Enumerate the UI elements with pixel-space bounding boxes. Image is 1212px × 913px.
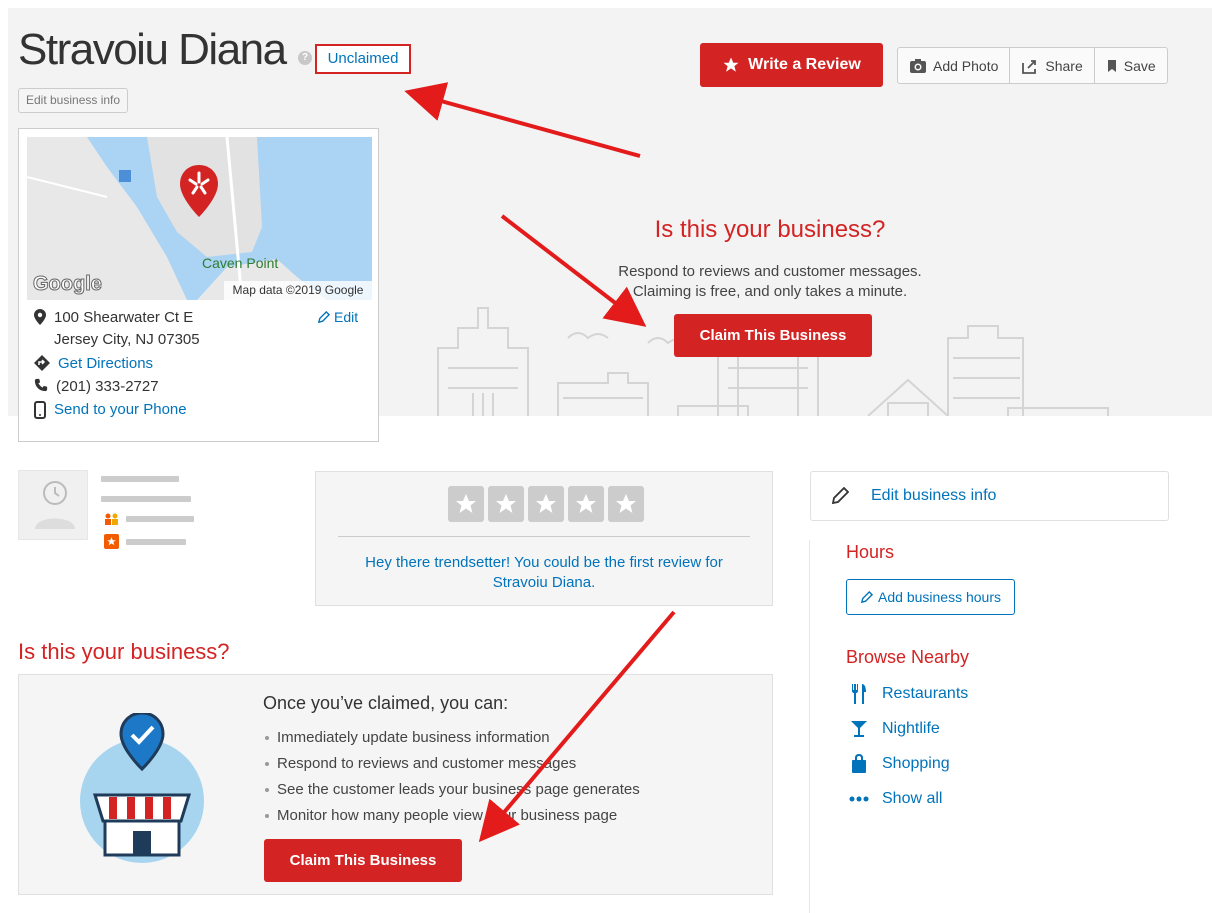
- save-label: Save: [1123, 57, 1156, 74]
- unclaimed-badge[interactable]: Unclaimed: [315, 44, 411, 74]
- utensils-icon: [852, 684, 866, 704]
- rating-star-4[interactable]: [568, 486, 604, 522]
- browse-nearby-title: Browse Nearby: [846, 647, 970, 667]
- hero-title: Is this your business?: [654, 216, 886, 243]
- claim-benefits-heading: Once you’ve claimed, you can:: [263, 693, 509, 713]
- map-place-label: Caven Point: [202, 255, 279, 271]
- hero-line2: Claiming is free, and only takes a minut…: [632, 283, 908, 300]
- add-hours-label: Add business hours: [878, 589, 1001, 605]
- map-card: Caven Point Google Map data ©2019 Google…: [18, 128, 379, 442]
- directions-icon: [34, 355, 50, 371]
- bookmark-icon: [1107, 59, 1116, 72]
- sidebar-divider: [809, 540, 810, 913]
- benefit-item: Respond to reviews and customer messages: [265, 755, 640, 772]
- send-to-phone-link[interactable]: Send to your Phone: [54, 401, 187, 418]
- address-line1: 100 Shearwater Ct E: [54, 309, 194, 326]
- benefit-item: Monitor how many people view your busine…: [265, 807, 640, 824]
- nearby-restaurants-label: Restaurants: [882, 685, 969, 702]
- share-icon: [1022, 59, 1037, 74]
- phone-number: (201) 333-2727: [56, 378, 159, 395]
- map-attribution: Map data ©2019 Google: [224, 281, 372, 300]
- placeholder-line: [101, 476, 179, 482]
- help-icon[interactable]: ?: [298, 51, 312, 65]
- sidebar-edit-label: Edit business info: [871, 487, 997, 504]
- claim-benefits-panel: Once you’ve claimed, you can: Immediatel…: [18, 674, 773, 895]
- directions-row[interactable]: Get Directions: [34, 355, 364, 372]
- rating-star-5[interactable]: [608, 486, 644, 522]
- add-photo-button[interactable]: Add Photo: [898, 48, 1011, 83]
- business-title: Stravoiu Diana: [18, 25, 287, 74]
- address-block: 100 Shearwater Ct E Jersey City, NJ 0730…: [34, 307, 364, 419]
- share-label: Share: [1045, 57, 1083, 74]
- rating-star-2[interactable]: [488, 486, 524, 522]
- map-pin-icon: [180, 165, 218, 217]
- first-review-box: Hey there trendsetter! You could be the …: [315, 471, 773, 606]
- claim-business-button-hero[interactable]: Claim This Business: [674, 314, 872, 357]
- action-button-group: Add Photo Share Save: [897, 47, 1168, 84]
- camera-icon: [910, 58, 926, 73]
- edit-business-info-button[interactable]: Edit business info: [18, 88, 129, 113]
- more-dots-icon: [849, 796, 869, 802]
- hours-title: Hours: [846, 542, 895, 562]
- add-business-hours-button[interactable]: Add business hours: [846, 579, 1015, 615]
- location-pin-icon: [34, 309, 46, 325]
- hero-description: Respond to reviews and customer messages…: [560, 262, 980, 302]
- benefit-item: Immediately update business information: [265, 729, 640, 746]
- user-avatar-placeholder: [18, 470, 88, 540]
- first-review-line2: Stravoiu Diana.: [492, 574, 596, 591]
- nearby-show-all[interactable]: Show all: [848, 790, 968, 808]
- map[interactable]: Caven Point Google Map data ©2019 Google: [27, 137, 372, 300]
- nearby-show-all-label: Show all: [882, 790, 943, 807]
- write-review-button[interactable]: Write a Review: [700, 43, 883, 87]
- claim-benefits-list: Immediately update business information …: [265, 729, 640, 824]
- friends-icon: [104, 513, 120, 525]
- google-logo: Google: [33, 273, 103, 296]
- address-row: 100 Shearwater Ct E Jersey City, NJ 0730…: [34, 307, 364, 351]
- first-review-prompt[interactable]: Hey there trendsetter! You could be the …: [316, 553, 772, 593]
- pencil-icon: [860, 590, 874, 603]
- claim-section-title: Is this your business?: [18, 639, 230, 664]
- shopping-bag-icon: [852, 754, 866, 773]
- divider: [338, 536, 750, 537]
- send-to-phone-row[interactable]: Send to your Phone: [34, 401, 364, 419]
- benefit-item: See the customer leads your business pag…: [265, 781, 640, 798]
- get-directions-link[interactable]: Get Directions: [58, 355, 153, 372]
- phone-row: (201) 333-2727: [34, 378, 364, 395]
- rating-star-3[interactable]: [528, 486, 564, 522]
- cocktail-icon: [851, 721, 867, 737]
- share-button[interactable]: Share: [1010, 48, 1095, 83]
- nearby-shopping[interactable]: Shopping: [848, 754, 968, 774]
- hero-line1: Respond to reviews and customer messages…: [618, 263, 922, 280]
- rating-star-1[interactable]: [448, 486, 484, 522]
- review-count-icon: [104, 534, 119, 549]
- mobile-phone-icon: [34, 401, 46, 419]
- save-button[interactable]: Save: [1095, 48, 1167, 83]
- rating-stars[interactable]: [448, 486, 644, 522]
- browse-nearby-list: Restaurants Nightlife Shopping Show all: [848, 684, 968, 808]
- star-icon: [723, 57, 739, 72]
- nearby-nightlife-label: Nightlife: [882, 720, 940, 737]
- claim-business-button[interactable]: Claim This Business: [264, 839, 462, 882]
- edit-address-link[interactable]: Edit: [317, 309, 358, 325]
- placeholder-line: [101, 496, 191, 502]
- user-silhouette-icon: [35, 481, 75, 529]
- sidebar-edit-business-info[interactable]: Edit business info: [810, 471, 1169, 521]
- nearby-nightlife[interactable]: Nightlife: [848, 720, 968, 738]
- placeholder-line: [126, 539, 186, 545]
- write-review-label: Write a Review: [748, 56, 861, 73]
- phone-icon: [34, 378, 48, 392]
- address-line2: Jersey City, NJ 07305: [54, 331, 200, 348]
- nearby-restaurants[interactable]: Restaurants: [848, 684, 968, 704]
- first-review-line1: Hey there trendsetter! You could be the …: [365, 554, 723, 571]
- storefront-illustration: [80, 713, 204, 863]
- pencil-icon: [317, 310, 330, 323]
- add-photo-label: Add Photo: [933, 57, 999, 74]
- edit-address-label: Edit: [334, 309, 359, 325]
- placeholder-line: [126, 516, 194, 522]
- nearby-shopping-label: Shopping: [882, 755, 950, 772]
- pencil-icon: [831, 487, 849, 505]
